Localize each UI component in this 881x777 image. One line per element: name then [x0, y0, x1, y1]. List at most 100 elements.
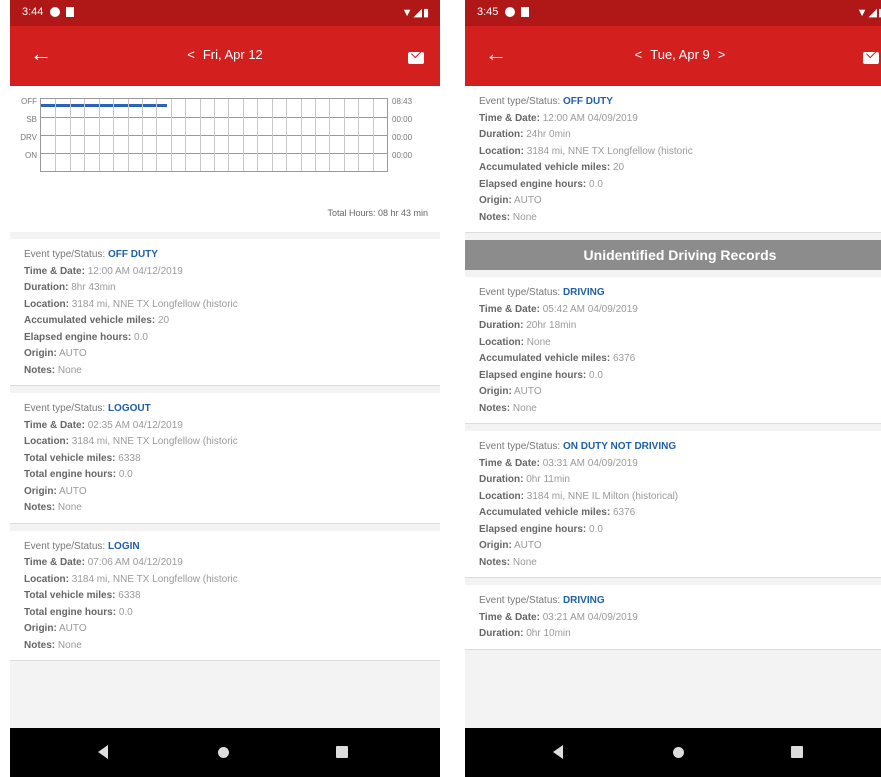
event-field: Time & Date: 02:35 AM 04/12/2019	[24, 418, 426, 435]
field-label: Time & Date:	[479, 611, 540, 623]
left-screen: 3:44 ▼◢▮ ← < Fri, Apr 12 OFF SB DRV ON 08…	[10, 0, 440, 777]
event-field: Location: 3184 mi, NNE TX Longfellow (hi…	[24, 572, 426, 589]
nav-home-icon[interactable]	[218, 747, 229, 758]
event-field: Accumulated vehicle miles: 20	[479, 160, 881, 177]
graph-label-sb: SB	[26, 115, 37, 124]
event-status: LOGOUT	[107, 403, 151, 414]
field-value: None	[512, 556, 537, 568]
field-value: 3184 mi, NNE TX Longfellow (historic	[71, 436, 238, 447]
field-label: Event type/Status:	[24, 403, 106, 414]
right-screen: 3:45 ▼◢▮ ← <Tue, Apr 9> Event type/Statu…	[465, 0, 881, 777]
nav-home-icon[interactable]	[673, 747, 684, 758]
prev-day-icon[interactable]: <	[635, 47, 643, 62]
event-field: Notes: None	[24, 638, 426, 655]
wifi-signal-battery-icons: ▼◢▮	[856, 7, 881, 19]
field-label: Notes:	[479, 402, 511, 414]
event-card[interactable]: Event type/Status: DRIVING Time & Date: 0…	[465, 585, 881, 650]
event-status: OFF DUTY	[107, 249, 158, 260]
log-content[interactable]: OFF SB DRV ON 08:43 00:00 00:00 00:00 To…	[10, 86, 440, 728]
field-value: 6376	[612, 507, 636, 518]
field-value: 20hr 18min	[526, 320, 577, 331]
next-day-icon[interactable]: >	[718, 47, 726, 62]
event-list: Event type/Status: OFF DUTY Time & Date: …	[465, 86, 881, 233]
event-field: Notes: None	[24, 500, 426, 517]
event-card[interactable]: Event type/Status: OFF DUTY Time & Date: …	[10, 239, 440, 386]
event-field: Total vehicle miles: 6338	[24, 588, 426, 605]
nav-recents-icon[interactable]	[336, 746, 348, 758]
event-field: Duration: 0hr 11min	[479, 472, 881, 489]
field-value: AUTO	[59, 348, 87, 359]
event-field: Total engine hours: 0.0	[24, 467, 426, 484]
field-label: Location:	[479, 336, 524, 348]
status-bar: 3:45 ▼◢▮	[465, 0, 881, 26]
prev-day-icon[interactable]: <	[187, 47, 195, 62]
event-card[interactable]: Event type/Status: LOGOUT Time & Date: 02…	[10, 393, 440, 524]
event-field: Origin: AUTO	[479, 538, 881, 555]
field-label: Total engine hours:	[24, 606, 117, 618]
log-content[interactable]: Event type/Status: OFF DUTY Time & Date: …	[465, 86, 881, 728]
status-time: 3:45	[477, 6, 499, 18]
field-value: AUTO	[514, 540, 542, 551]
field-label: Total vehicle miles:	[24, 590, 116, 601]
mail-icon[interactable]	[863, 52, 879, 64]
event-field: Elapsed engine hours: 0.0	[479, 177, 881, 194]
field-label: Total engine hours:	[24, 469, 117, 480]
field-label: Origin:	[479, 195, 512, 206]
field-label: Duration:	[479, 628, 524, 639]
field-label: Origin:	[24, 485, 57, 497]
field-label: Accumulated vehicle miles:	[479, 162, 611, 173]
event-field: Elapsed engine hours: 0.0	[24, 330, 426, 347]
field-value: None	[512, 402, 537, 414]
field-label: Time & Date:	[24, 557, 85, 568]
field-value: 24hr 0min	[526, 129, 571, 140]
field-value: AUTO	[59, 485, 87, 497]
graph-total-sb: 00:00	[392, 115, 413, 124]
unidentified-event-list: Event type/Status: DRIVING Time & Date: 0…	[465, 277, 881, 650]
wifi-signal-battery-icons: ▼◢▮	[401, 7, 430, 19]
field-label: Location:	[24, 436, 69, 447]
field-label: Elapsed engine hours:	[24, 331, 132, 343]
event-card[interactable]: Event type/Status: LOGIN Time & Date: 07:…	[10, 530, 440, 661]
event-status: ON DUTY NOT DRIVING	[562, 441, 677, 452]
graph-total-off: 08:43	[392, 97, 413, 106]
field-value: 3184 mi, NNE TX Longfellow (historic	[71, 298, 238, 310]
field-label: Time & Date:	[24, 265, 85, 277]
duty-status-graph: OFF SB DRV ON 08:43 00:00 00:00 00:00 To…	[10, 86, 440, 232]
field-value: 6338	[118, 590, 141, 601]
event-card[interactable]: Event type/Status: DRIVING Time & Date: 0…	[465, 277, 881, 424]
event-field: Time & Date: 12:00 AM 04/09/2019	[479, 111, 881, 128]
field-label: Event type/Status:	[479, 96, 561, 107]
graph-total-drv: 00:00	[392, 133, 413, 142]
event-field: Location: 3184 mi, NNE IL Milton (histor…	[479, 489, 881, 506]
off-duty-line	[41, 104, 167, 107]
nav-back-icon[interactable]	[98, 745, 108, 759]
event-field: Elapsed engine hours: 0.0	[479, 522, 881, 539]
field-value: 3184 mi, NNE IL Milton (historical)	[526, 490, 679, 502]
app-bar: ← < Tue, Apr 9 >	[465, 26, 881, 86]
field-label: Notes:	[24, 502, 56, 513]
field-label: Accumulated vehicle miles:	[479, 507, 611, 518]
field-value: 07:06 AM 04/12/2019	[87, 557, 183, 568]
nav-back-icon[interactable]	[553, 745, 563, 759]
field-label: Event type/Status:	[479, 595, 561, 606]
event-field: Time & Date: 12:00 AM 04/12/2019	[24, 264, 426, 281]
nav-recents-icon[interactable]	[791, 746, 803, 758]
field-label: Notes:	[479, 556, 511, 568]
graph-total-on: 00:00	[392, 151, 413, 160]
field-label: Time & Date:	[479, 457, 540, 469]
event-field: Duration: 20hr 18min	[479, 318, 881, 335]
event-field: Event type/Status: ON DUTY NOT DRIVING	[479, 439, 881, 456]
event-list: Event type/Status: OFF DUTY Time & Date: …	[10, 239, 440, 661]
field-label: Duration:	[479, 129, 524, 140]
mail-icon[interactable]	[408, 52, 424, 64]
unidentified-driving-header: Unidentified Driving Records	[465, 240, 881, 270]
field-label: Elapsed engine hours:	[479, 369, 587, 381]
event-card[interactable]: Event type/Status: OFF DUTY Time & Date: …	[465, 86, 881, 233]
event-field: Event type/Status: LOGIN	[24, 539, 426, 556]
graph-label-on: ON	[25, 151, 37, 160]
event-field: Notes: None	[479, 401, 881, 418]
field-label: Total vehicle miles:	[24, 452, 116, 464]
field-label: Location:	[24, 298, 69, 310]
event-card[interactable]: Event type/Status: ON DUTY NOT DRIVING Ti…	[465, 431, 881, 578]
field-label: Duration:	[24, 282, 69, 293]
